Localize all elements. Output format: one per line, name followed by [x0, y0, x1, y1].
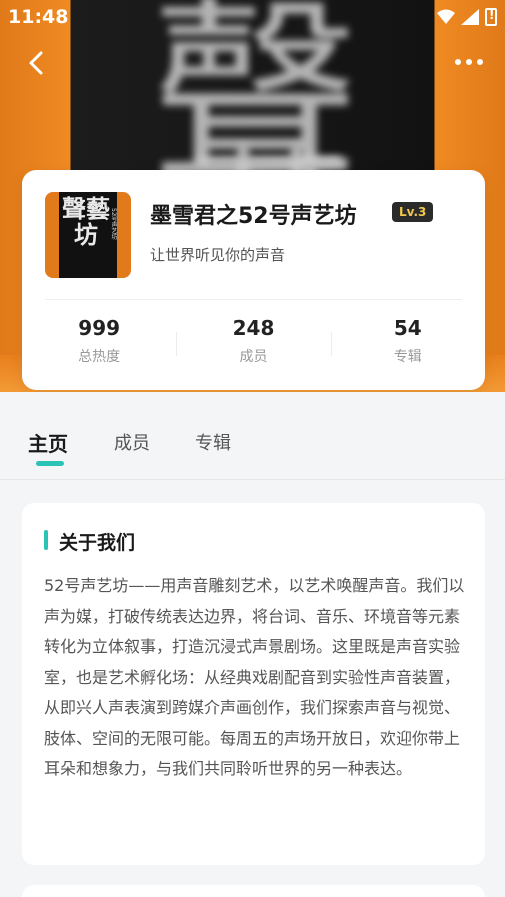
next-section-card: [22, 885, 485, 897]
wifi-icon: [437, 9, 455, 24]
more-button[interactable]: [453, 52, 485, 72]
battery-icon: [485, 8, 497, 26]
stat-albums[interactable]: 54 专辑: [330, 316, 485, 372]
stat-label: 总热度: [78, 349, 121, 365]
tab-members[interactable]: 成员: [114, 429, 150, 455]
avatar-calligraphy: 聲藝坊: [62, 194, 110, 249]
stat-popularity[interactable]: 999 总热度: [22, 316, 176, 372]
about-description: 52号声艺坊——用声音雕刻艺术，以艺术唤醒声音。我们以声为媒，打破传统表达边界，…: [44, 576, 465, 778]
stat-members[interactable]: 248 成员: [176, 316, 330, 372]
tab-home[interactable]: 主页: [28, 428, 68, 457]
section-accent-bar: [44, 530, 48, 550]
tab-active-indicator: [36, 461, 64, 466]
stat-value: 248: [232, 316, 275, 340]
tab-albums[interactable]: 专辑: [195, 429, 231, 455]
stat-label: 专辑: [393, 349, 422, 365]
stats-row: 999 总热度 248 成员 54 专辑: [22, 316, 485, 372]
signal-icon: [461, 9, 479, 25]
profile-card: 聲藝坊 52号声艺坊 墨雪君之52号声艺坊 Lv.3 让世界听见你的声音 999…: [22, 170, 485, 390]
level-badge: Lv.3: [392, 202, 434, 222]
card-divider: [45, 299, 462, 300]
about-title: 关于我们: [59, 532, 136, 554]
tab-bar: 主页 成员 专辑: [0, 392, 505, 480]
stat-value: 999: [78, 316, 121, 340]
avatar-subtext: 52号声艺坊: [110, 208, 117, 240]
group-slogan: 让世界听见你的声音: [150, 246, 286, 264]
stat-value: 54: [393, 316, 422, 340]
avatar[interactable]: 聲藝坊 52号声艺坊: [45, 192, 131, 278]
about-card: 关于我们 52号声艺坊——用声音雕刻艺术，以艺术唤醒声音。我们以声为媒，打破传统…: [22, 503, 485, 865]
group-name: 墨雪君之52号声艺坊: [150, 204, 357, 229]
stat-label: 成员: [239, 349, 268, 365]
back-button[interactable]: [22, 48, 52, 78]
status-time: 11:48: [8, 6, 69, 28]
status-icons: [437, 8, 497, 26]
status-bar: 11:48: [0, 0, 505, 34]
